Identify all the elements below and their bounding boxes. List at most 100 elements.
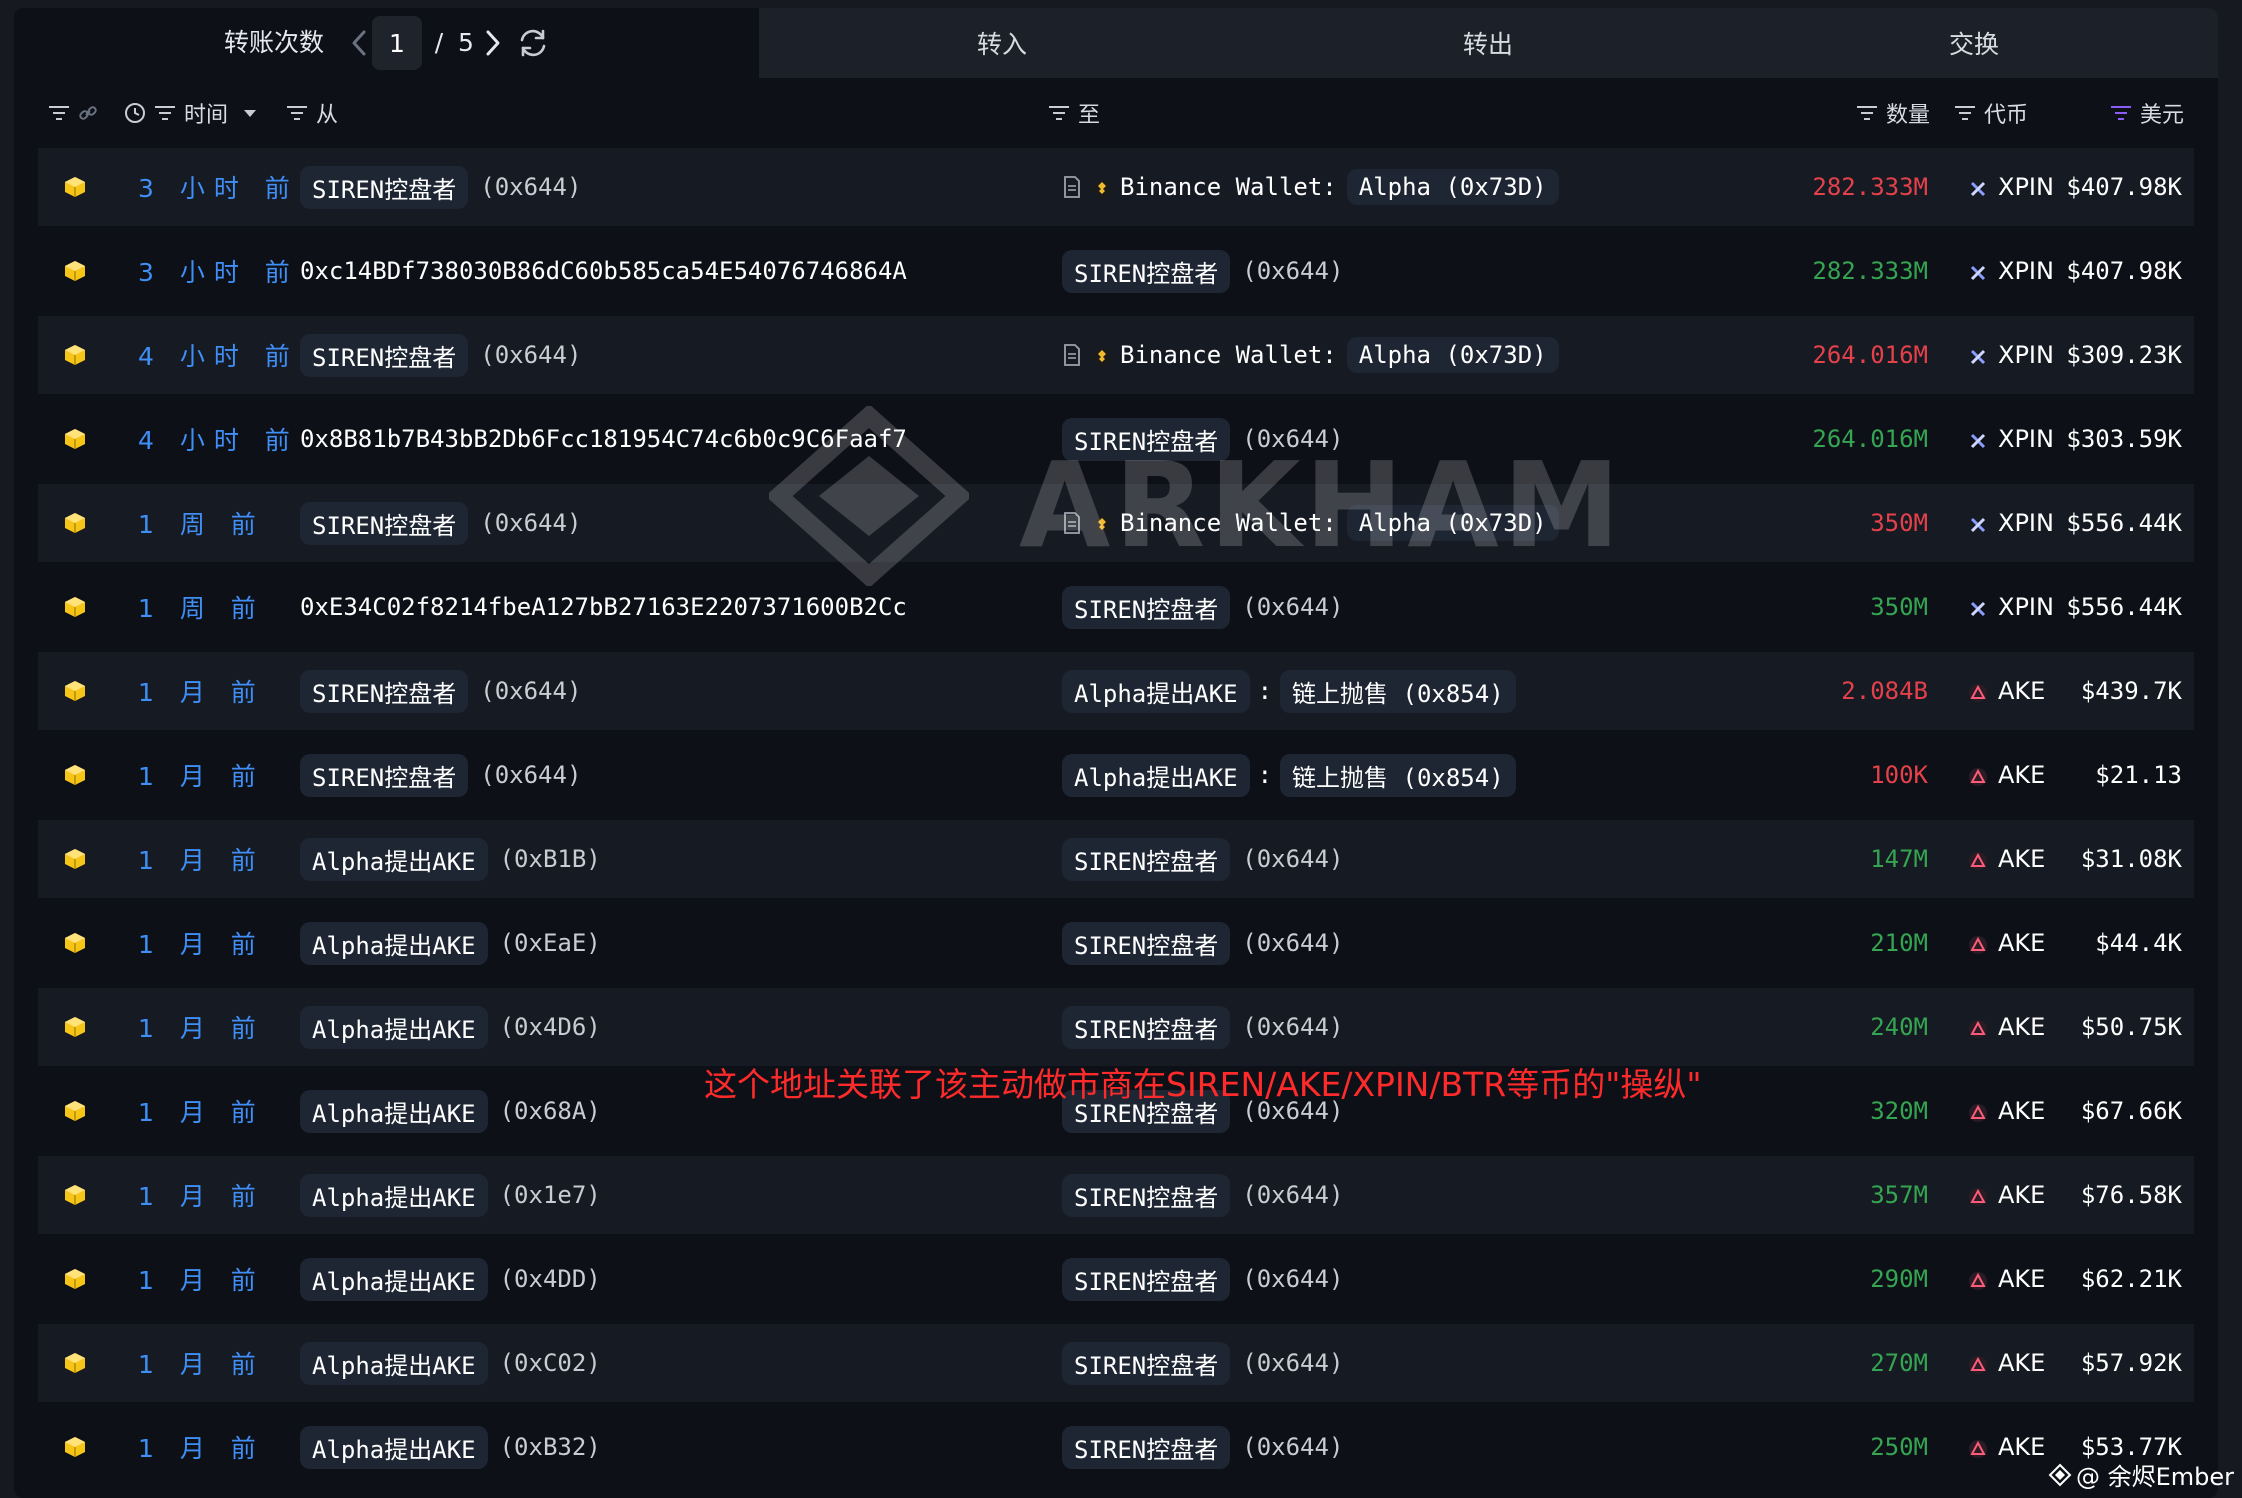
cube-icon[interactable] [64, 400, 88, 478]
cube-icon[interactable] [64, 904, 88, 982]
cube-icon[interactable] [64, 484, 88, 562]
to-entity-tag[interactable]: SIREN控盘者 [1062, 249, 1231, 293]
cube-icon[interactable] [64, 148, 88, 226]
to-short-address[interactable]: (0x644) [1242, 1433, 1343, 1461]
to-entity-tag[interactable]: SIREN控盘者 [1062, 1257, 1231, 1301]
table-row[interactable]: 1 月 前 Alpha提出AKE (0x4D6) SIREN控盘者 (0x644) 240… [38, 988, 2194, 1066]
from-entity-tag[interactable]: Alpha提出AKE [300, 921, 488, 965]
to-entity-name[interactable]: Binance Wallet: [1120, 509, 1337, 537]
from-address[interactable]: 0xc14BDf738030B86dC60b585ca54E5407674686… [300, 257, 907, 285]
to-short-address[interactable]: (0x644) [1242, 1181, 1343, 1209]
token-cell[interactable]: XPIN [1968, 484, 2054, 562]
table-row[interactable]: 1 月 前 SIREN控盘者 (0x644) Alpha提出AKE: 链上抛售 (0x8… [38, 736, 2194, 814]
table-row[interactable]: 1 月 前 SIREN控盘者 (0x644) Alpha提出AKE: 链上抛售 (0x8… [38, 652, 2194, 730]
from-entity-tag[interactable]: SIREN控盘者 [300, 753, 469, 797]
cube-icon[interactable] [64, 1072, 88, 1150]
token-cell[interactable]: AKE [1968, 904, 2045, 982]
to-short-address[interactable]: (0x644) [1242, 1013, 1343, 1041]
from-short-address[interactable]: (0x1e7) [500, 1181, 601, 1209]
from-entity-tag[interactable]: Alpha提出AKE [300, 1341, 488, 1385]
time-ago[interactable]: 3 小时 前 [138, 148, 299, 226]
cube-icon[interactable] [64, 820, 88, 898]
from-short-address[interactable]: (0xC02) [500, 1349, 601, 1377]
token-cell[interactable]: AKE [1968, 1408, 2045, 1486]
table-row[interactable]: 3 小时 前 0xc14BDf738030B86dC60b585ca54E5407… [38, 232, 2194, 310]
time-ago[interactable]: 1 月 前 [138, 1072, 265, 1150]
to-column-header[interactable]: 至 [1048, 78, 1100, 148]
token-cell[interactable]: XPIN [1968, 232, 2054, 310]
time-column-header[interactable]: 时间 [124, 78, 258, 148]
time-ago[interactable]: 1 周 前 [138, 568, 265, 646]
from-short-address[interactable]: (0x644) [480, 341, 581, 369]
token-cell[interactable]: XPIN [1968, 568, 2054, 646]
time-ago[interactable]: 4 小时 前 [138, 316, 299, 394]
token-cell[interactable]: XPIN [1968, 316, 2054, 394]
to-entity-tag[interactable]: Alpha提出AKE [1062, 669, 1250, 713]
token-cell[interactable]: AKE [1968, 1156, 2045, 1234]
time-ago[interactable]: 1 月 前 [138, 904, 265, 982]
from-column-header[interactable]: 从 [286, 78, 338, 148]
time-ago[interactable]: 3 小时 前 [138, 232, 299, 310]
to-entity-tag[interactable]: SIREN控盘者 [1062, 921, 1231, 965]
from-entity-tag[interactable]: Alpha提出AKE [300, 1005, 488, 1049]
from-short-address[interactable]: (0xEaE) [500, 929, 601, 957]
cube-icon[interactable] [64, 652, 88, 730]
from-address[interactable]: 0x8B81b7B43bB2Db6Fcc181954C74c6b0c9C6Faa… [300, 425, 907, 453]
from-entity-tag[interactable]: SIREN控盘者 [300, 333, 469, 377]
to-label-tag[interactable]: 链上抛售 (0x854) [1280, 753, 1516, 797]
from-entity-tag[interactable]: SIREN控盘者 [300, 501, 469, 545]
table-row[interactable]: 3 小时 前 SIREN控盘者 (0x644) Binance Wallet: Alph… [38, 148, 2194, 226]
to-entity-tag[interactable]: SIREN控盘者 [1062, 1341, 1231, 1385]
from-short-address[interactable]: (0xB1B) [500, 845, 601, 873]
time-ago[interactable]: 1 周 前 [138, 484, 265, 562]
to-short-address[interactable]: (0x644) [1242, 593, 1343, 621]
time-ago[interactable]: 1 月 前 [138, 820, 265, 898]
token-cell[interactable]: AKE [1968, 1240, 2045, 1318]
time-ago[interactable]: 1 月 前 [138, 1240, 265, 1318]
from-entity-tag[interactable]: Alpha提出AKE [300, 1089, 488, 1133]
table-row[interactable]: 1 月 前 Alpha提出AKE (0x1e7) SIREN控盘者 (0x644) 357… [38, 1156, 2194, 1234]
time-ago[interactable]: 1 月 前 [138, 1156, 265, 1234]
to-entity-tag[interactable]: Alpha (0x73D) [1346, 169, 1559, 205]
to-entity-name[interactable]: Binance Wallet: [1120, 341, 1337, 369]
to-entity-tag[interactable]: SIREN控盘者 [1062, 585, 1231, 629]
to-short-address[interactable]: (0x644) [1242, 425, 1343, 453]
from-short-address[interactable]: (0x68A) [500, 1097, 601, 1125]
time-ago[interactable]: 1 月 前 [138, 652, 265, 730]
to-entity-tag[interactable]: SIREN控盘者 [1062, 1005, 1231, 1049]
qty-column-header[interactable]: 数量 [1856, 78, 1930, 148]
to-entity-tag[interactable]: Alpha (0x73D) [1346, 337, 1559, 373]
token-cell[interactable]: AKE [1968, 1072, 2045, 1150]
table-row[interactable]: 1 月 前 Alpha提出AKE (0xEaE) SIREN控盘者 (0x644) 210… [38, 904, 2194, 982]
cube-icon[interactable] [64, 988, 88, 1066]
time-ago[interactable]: 1 月 前 [138, 736, 265, 814]
to-entity-name[interactable]: Binance Wallet: [1120, 173, 1337, 201]
tab-outgoing[interactable]: 转出 [1245, 8, 1731, 78]
cube-icon[interactable] [64, 316, 88, 394]
cube-icon[interactable] [64, 568, 88, 646]
token-cell[interactable]: XPIN [1968, 148, 2054, 226]
chevron-left-icon[interactable] [344, 24, 374, 62]
table-row[interactable]: 1 周 前 0xE34C02f8214fbeA127bB27163E2207371… [38, 568, 2194, 646]
from-entity-tag[interactable]: Alpha提出AKE [300, 1425, 488, 1469]
token-cell[interactable]: XPIN [1968, 400, 2054, 478]
to-entity-tag[interactable]: SIREN控盘者 [1062, 1425, 1231, 1469]
to-short-address[interactable]: (0x644) [1242, 845, 1343, 873]
time-ago[interactable]: 1 月 前 [138, 988, 265, 1066]
to-entity-tag[interactable]: Alpha (0x73D) [1346, 505, 1559, 541]
from-entity-tag[interactable]: Alpha提出AKE [300, 837, 488, 881]
token-column-header[interactable]: 代币 [1954, 78, 2028, 148]
table-row[interactable]: 1 月 前 Alpha提出AKE (0xB1B) SIREN控盘者 (0x644) 147… [38, 820, 2194, 898]
from-short-address[interactable]: (0x644) [480, 761, 581, 789]
usd-column-header[interactable]: 美元 [2110, 78, 2184, 148]
link-filter[interactable] [48, 78, 98, 148]
table-row[interactable]: 1 月 前 Alpha提出AKE (0xB32) SIREN控盘者 (0x644) 250… [38, 1408, 2194, 1486]
to-short-address[interactable]: (0x644) [1242, 929, 1343, 957]
from-entity-tag[interactable]: Alpha提出AKE [300, 1173, 488, 1217]
to-short-address[interactable]: (0x644) [1242, 1349, 1343, 1377]
token-cell[interactable]: AKE [1968, 652, 2045, 730]
token-cell[interactable]: AKE [1968, 1324, 2045, 1402]
from-address[interactable]: 0xE34C02f8214fbeA127bB27163E2207371600B2… [300, 593, 907, 621]
token-cell[interactable]: AKE [1968, 736, 2045, 814]
page-number-input[interactable]: 1 [372, 16, 422, 70]
